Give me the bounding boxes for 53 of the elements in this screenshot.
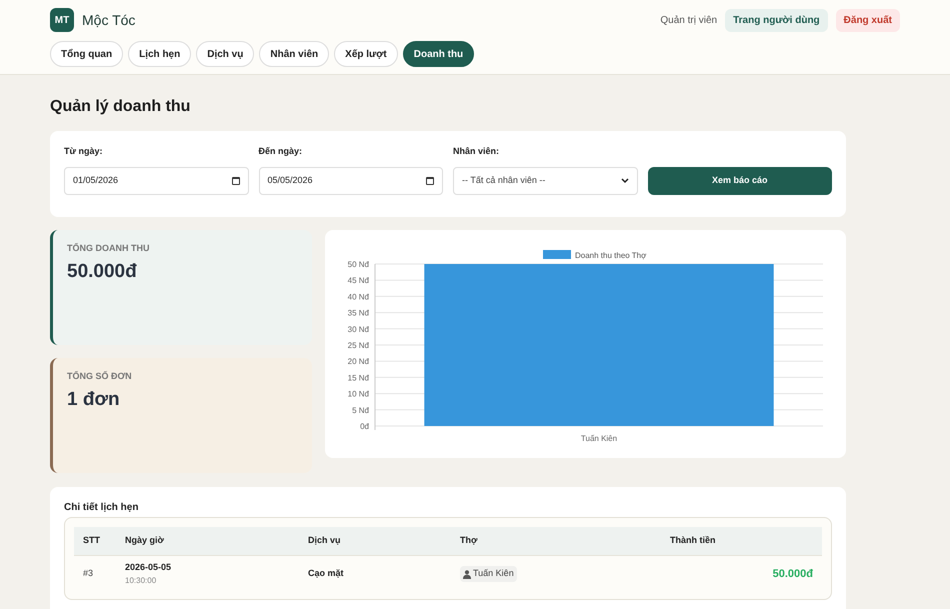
column-header: STT bbox=[83, 534, 101, 547]
calendar-icon bbox=[426, 176, 434, 184]
legend: Doanh thu theo Thợ bbox=[543, 250, 646, 260]
nav-tab[interactable]: Lịch hẹn bbox=[128, 41, 192, 67]
amount-text: 50.000đ bbox=[772, 566, 813, 582]
section-title: Chi tiết lịch hẹn bbox=[64, 500, 140, 514]
table-cell-text: 2026-05-05 bbox=[125, 561, 172, 574]
calendar-icon bbox=[232, 176, 240, 184]
nav-tab[interactable]: Xếp lượt bbox=[334, 41, 398, 67]
user-role: Quản trị viên bbox=[660, 14, 718, 28]
table-cell-text: #3 bbox=[83, 567, 94, 580]
stat-value: 50.000đ bbox=[67, 260, 138, 284]
y-tick-label: 30 Nđ bbox=[348, 324, 369, 334]
nav-tab[interactable]: Doanh thu bbox=[402, 41, 474, 67]
column-header: Thành tiền bbox=[670, 534, 716, 547]
y-tick-label: 25 Nđ bbox=[348, 340, 369, 350]
stat-label: TỔNG DOANH THU bbox=[67, 242, 150, 254]
nav-tab[interactable]: Tổng quan bbox=[50, 41, 124, 67]
stat-value: 1 đơn bbox=[67, 388, 121, 412]
column-header: Dịch vụ bbox=[308, 534, 342, 547]
x-tick-label: Tuấn Kiên bbox=[580, 434, 618, 442]
y-tick-label: 45 Nđ bbox=[348, 276, 369, 285]
staff-tag: Tuấn Kiên bbox=[460, 566, 517, 582]
y-tick-label: 35 Nđ bbox=[348, 308, 369, 318]
user-page-button[interactable]: Trang người dùng bbox=[725, 8, 828, 32]
date-field[interactable]: 05/05/2026 bbox=[258, 166, 443, 194]
logo: MT bbox=[50, 8, 74, 32]
y-tick-label: 50 Nđ bbox=[348, 260, 369, 268]
stat-label: TỔNG SỐ ĐƠN bbox=[67, 370, 133, 382]
brand-name: Mộc Tóc bbox=[82, 10, 136, 30]
y-tick-label: 15 Nđ bbox=[348, 372, 369, 382]
staff-select[interactable]: -- Tất cả nhân viên -- bbox=[453, 166, 638, 194]
view-report-button[interactable]: Xem báo cáo bbox=[648, 166, 832, 194]
legend-label: Doanh thu theo Thợ bbox=[575, 250, 648, 260]
time-text: 10:30:00 bbox=[125, 574, 158, 587]
field-label: Nhân viên: bbox=[453, 145, 500, 158]
date-field[interactable]: 01/05/2026 bbox=[64, 166, 248, 194]
nav-tab[interactable]: Nhân viên bbox=[259, 41, 330, 67]
column-header: Ngày giờ bbox=[125, 534, 165, 547]
y-tick-label: 10 Nđ bbox=[348, 389, 369, 398]
field-label: Đến ngày: bbox=[258, 145, 304, 158]
chevron-down-icon bbox=[620, 178, 628, 184]
field-label: Từ ngày: bbox=[64, 145, 104, 158]
y-tick-label: 40 Nđ bbox=[348, 292, 369, 301]
nav-tab[interactable]: Dịch vụ bbox=[196, 41, 254, 67]
y-tick-label: 5 Nđ bbox=[352, 405, 369, 414]
y-tick-label: 0đ bbox=[360, 422, 369, 430]
person-icon bbox=[463, 570, 471, 578]
column-header: Thợ bbox=[460, 534, 478, 547]
table-cell-text: Cạo mặt bbox=[308, 567, 345, 580]
y-tick-label: 20 Nđ bbox=[348, 356, 369, 366]
logout-button[interactable]: Đăng xuất bbox=[836, 8, 900, 32]
page-title: Quản lý doanh thu bbox=[50, 97, 192, 117]
